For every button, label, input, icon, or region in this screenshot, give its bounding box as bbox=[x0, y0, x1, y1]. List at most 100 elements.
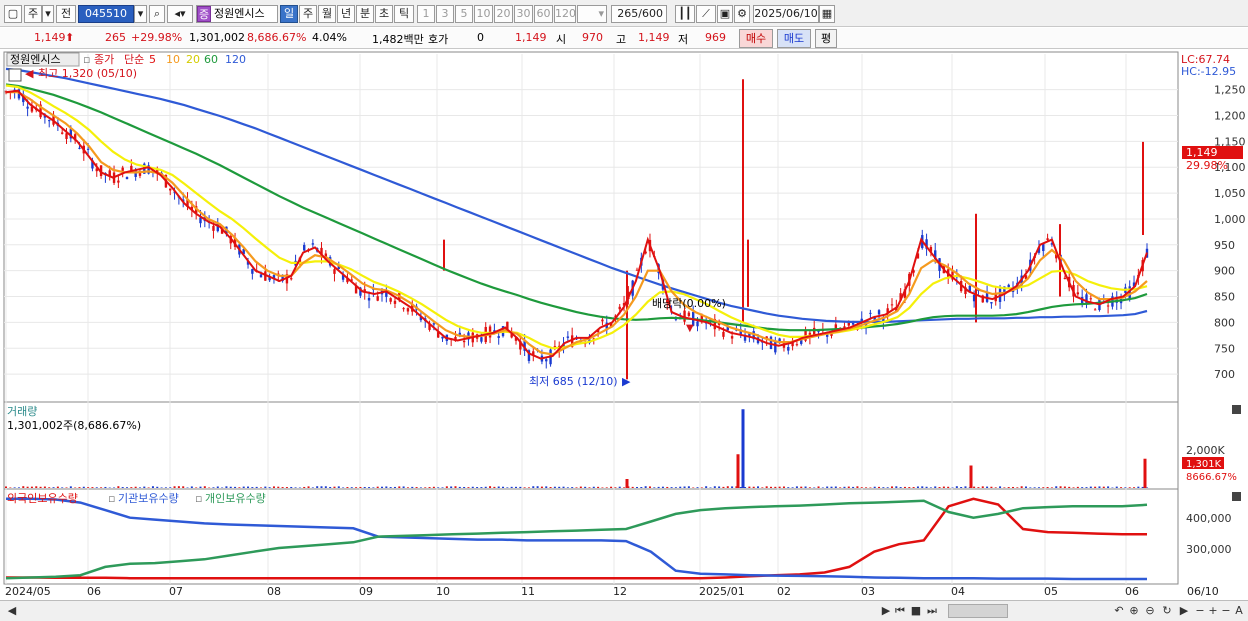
volume-bar bbox=[69, 486, 72, 488]
font-size-icon[interactable]: A bbox=[1233, 604, 1245, 618]
stock-code-input[interactable]: 045510 bbox=[78, 5, 134, 23]
candle-body bbox=[972, 294, 976, 302]
code-dropdown-icon[interactable]: ▾ bbox=[134, 5, 147, 23]
date-field[interactable]: 2025/06/10 bbox=[753, 5, 819, 23]
volume-bar bbox=[26, 486, 29, 488]
zoom-out-icon[interactable]: ⊖ bbox=[1143, 604, 1157, 618]
volume-close-icon[interactable] bbox=[1232, 405, 1241, 414]
tab-minute[interactable]: 분 bbox=[356, 5, 374, 23]
speaker-icon[interactable]: ◂▾ bbox=[167, 5, 193, 23]
period-3-button[interactable]: 3 bbox=[436, 5, 454, 23]
hoga-price: 1,149 bbox=[515, 31, 547, 44]
count-total: /600 bbox=[638, 7, 663, 20]
tab-week[interactable]: 주 bbox=[299, 5, 317, 23]
period-60-button[interactable]: 60 bbox=[534, 5, 553, 23]
calendar-icon[interactable] bbox=[8, 68, 22, 82]
x-axis-label: 10 bbox=[436, 585, 450, 598]
tab-year[interactable]: 년 bbox=[337, 5, 355, 23]
dividend-annotation: 배당락(0.00%) bbox=[652, 297, 726, 310]
volume-bar bbox=[847, 486, 850, 488]
search-icon[interactable]: ⌕ bbox=[149, 5, 165, 23]
undo-icon[interactable]: ↶ bbox=[1112, 604, 1126, 618]
dividend-marker-icon: ▼ bbox=[686, 323, 694, 334]
volume-bar bbox=[830, 486, 833, 488]
period-custom-dropdown[interactable]: ▾ bbox=[577, 5, 607, 23]
period-1-button[interactable]: 1 bbox=[417, 5, 435, 23]
candle-icon[interactable]: ┃┃ bbox=[675, 5, 695, 23]
volume-bar bbox=[441, 487, 444, 488]
fast-forward-icon[interactable]: ⏭ bbox=[925, 604, 939, 618]
chevron-down-icon[interactable]: ▾ bbox=[42, 5, 54, 23]
period-10-button[interactable]: 10 bbox=[474, 5, 493, 23]
candle-body bbox=[497, 336, 500, 338]
volume-bar bbox=[1003, 487, 1006, 488]
avg-button[interactable]: 평 bbox=[815, 29, 837, 48]
prev-button[interactable]: 전 bbox=[56, 5, 76, 23]
volume-bar bbox=[843, 486, 846, 488]
volume-bar bbox=[873, 486, 876, 488]
volume-bar bbox=[899, 487, 902, 488]
zoom-slider[interactable] bbox=[948, 604, 1008, 618]
rewind-icon[interactable]: ⏮ bbox=[893, 604, 907, 618]
volume-bar bbox=[566, 487, 569, 488]
play-icon[interactable]: ▶ bbox=[1178, 604, 1190, 618]
x-axis-label: 07 bbox=[169, 585, 183, 598]
sell-button[interactable]: 매도 bbox=[777, 29, 811, 48]
period-type-button[interactable]: 주 bbox=[24, 5, 42, 23]
volume-bar bbox=[411, 486, 414, 488]
volume-bar bbox=[203, 486, 206, 488]
zoom-in-icon[interactable]: ⊕ bbox=[1127, 604, 1141, 618]
candle-body bbox=[121, 167, 124, 171]
volume-bar bbox=[506, 487, 509, 488]
volume-bar bbox=[1098, 486, 1101, 488]
scroll-left-icon[interactable]: ◀ bbox=[6, 604, 18, 618]
candle-body bbox=[696, 321, 699, 327]
calendar-icon[interactable]: ▦ bbox=[819, 5, 835, 23]
chart-title: 정원엔시스 bbox=[10, 53, 61, 66]
refresh-icon[interactable]: ↻ bbox=[1160, 604, 1174, 618]
volume-bar bbox=[1068, 486, 1071, 488]
holdings-close-icon[interactable] bbox=[1232, 492, 1241, 501]
volume-bar bbox=[908, 487, 911, 488]
period-120-button[interactable]: 120 bbox=[554, 5, 576, 23]
candle-body bbox=[1106, 305, 1110, 307]
layout-icon[interactable]: ▢ bbox=[4, 5, 22, 23]
candle-body bbox=[60, 132, 64, 134]
stock-name-field[interactable]: 증 정원엔시스 bbox=[196, 5, 278, 23]
volume-bar bbox=[1033, 487, 1036, 488]
scroll-bar[interactable]: ◀ ▶ ⏮ ■ ⏭ ↶ ⊕ ⊖ ↻ ▶ − + − A bbox=[0, 600, 1248, 621]
count-field[interactable]: 265/600 bbox=[611, 5, 667, 23]
tab-month[interactable]: 월 bbox=[318, 5, 336, 23]
volume-bar bbox=[242, 486, 245, 488]
period-30-button[interactable]: 30 bbox=[514, 5, 533, 23]
draw-line-icon[interactable]: ⟋ bbox=[696, 5, 716, 23]
volume-value-label: 1,301,002주(8,686.67%) bbox=[7, 419, 141, 432]
buy-button[interactable]: 매수 bbox=[739, 29, 773, 48]
minus-icon[interactable]: − bbox=[1194, 604, 1206, 618]
volume-bar bbox=[821, 487, 824, 488]
volume-bar bbox=[1107, 486, 1110, 488]
volume-pct: 8,686.67% bbox=[247, 31, 307, 44]
current-price: 1,149 bbox=[34, 31, 66, 44]
volume-bar bbox=[709, 487, 712, 488]
volume-bar bbox=[476, 487, 479, 488]
period-20-button[interactable]: 20 bbox=[494, 5, 513, 23]
scroll-right-icon[interactable]: ▶ bbox=[880, 604, 892, 618]
volume-bar bbox=[942, 486, 945, 488]
volume-bar bbox=[467, 487, 470, 488]
tab-day[interactable]: 일 bbox=[280, 5, 298, 23]
toolbar: ▢ 주 ▾ 전 045510 ▾ ⌕ ◂▾ 증 정원엔시스 일 주 월 년 분 … bbox=[0, 0, 1248, 27]
tab-tick[interactable]: 틱 bbox=[394, 5, 414, 23]
gear-icon[interactable]: ⚙ bbox=[734, 5, 750, 23]
tab-second[interactable]: 초 bbox=[375, 5, 393, 23]
volume-bar bbox=[1076, 486, 1079, 488]
dash-icon[interactable]: − bbox=[1220, 604, 1232, 618]
volume-bar bbox=[981, 486, 984, 488]
chart-svg[interactable]: 1,2501,2001,1501,1001,0501,0009509008508… bbox=[0, 50, 1248, 600]
save-icon[interactable]: ▣ bbox=[717, 5, 733, 23]
last-price-label: 1,149 bbox=[1186, 146, 1218, 159]
stop-icon[interactable]: ■ bbox=[909, 604, 923, 618]
plus-icon[interactable]: + bbox=[1207, 604, 1219, 618]
volume-bar bbox=[795, 486, 798, 488]
period-5-button[interactable]: 5 bbox=[455, 5, 473, 23]
